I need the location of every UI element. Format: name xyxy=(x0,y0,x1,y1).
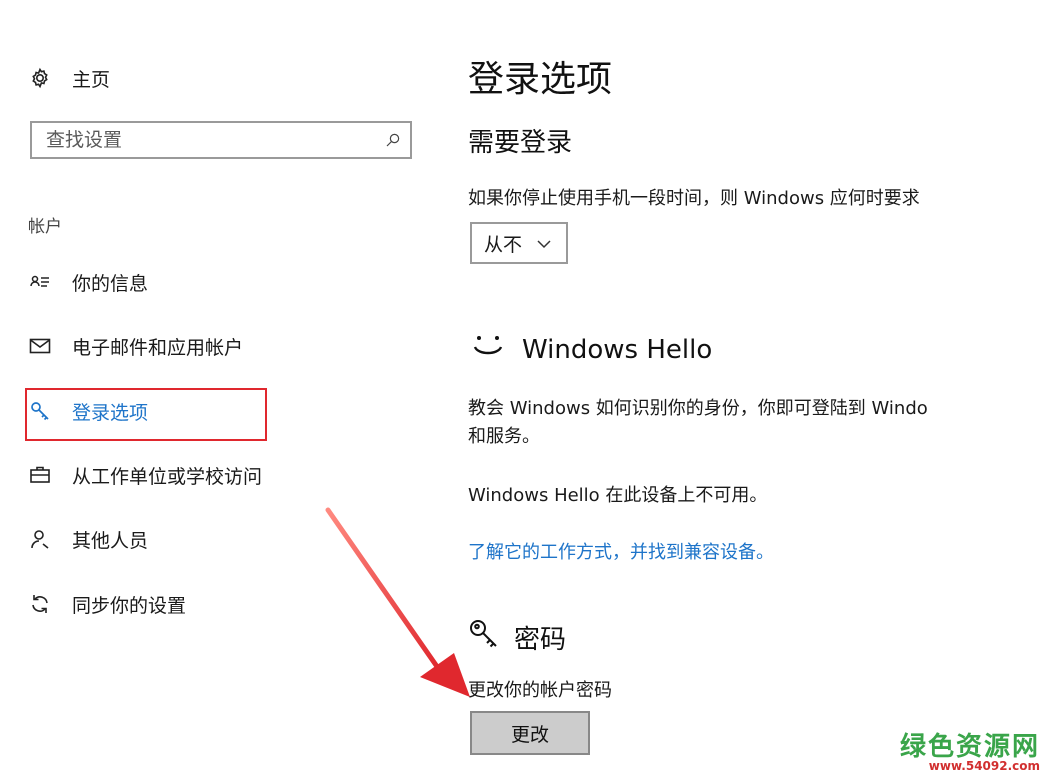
watermark-url: www.54092.com xyxy=(928,759,1041,773)
search-icon[interactable] xyxy=(376,123,410,157)
sidebar-item-label: 电子邮件和应用帐户 xyxy=(72,336,244,359)
password-description: 更改你的帐户密码 xyxy=(468,680,612,701)
watermark-logo: 绿色资源网 www.54092.com xyxy=(900,726,1040,773)
main-content: 登录选项 需要登录 如果你停止使用手机一段时间，则 Windows 应何时要求 … xyxy=(440,0,1048,764)
require-signin-description: 如果你停止使用手机一段时间，则 Windows 应何时要求 xyxy=(468,188,920,209)
sidebar-item-other-people[interactable]: 其他人员 xyxy=(28,522,148,556)
chevron-down-icon xyxy=(536,232,552,254)
briefcase-icon xyxy=(28,463,52,487)
page-title: 登录选项 xyxy=(468,59,613,100)
windows-hello-heading-text: Windows Hello xyxy=(522,334,713,365)
hello-unavailable-text: Windows Hello 在此设备上不可用。 xyxy=(468,485,768,506)
sidebar-item-sync-settings[interactable]: 同步你的设置 xyxy=(28,587,186,621)
key-icon xyxy=(468,618,500,657)
person-icon xyxy=(28,527,52,551)
select-value: 从不 xyxy=(484,233,523,256)
hello-description-line1: 教会 Windows 如何识别你的身份，你即可登陆到 Windo xyxy=(468,398,928,419)
sidebar-item-label: 从工作单位或学校访问 xyxy=(72,465,263,488)
home-label: 主页 xyxy=(72,68,111,91)
mail-icon xyxy=(28,334,52,358)
sidebar: 主页 帐户 你的信息 电子邮件和应用帐户 xyxy=(0,0,440,764)
red-highlight-box xyxy=(25,388,267,441)
contact-card-icon xyxy=(28,270,52,294)
sidebar-item-email-accounts[interactable]: 电子邮件和应用帐户 xyxy=(28,329,243,363)
hello-learn-more-link[interactable]: 了解它的工作方式，并找到兼容设备。 xyxy=(468,538,774,564)
smiley-icon xyxy=(468,330,508,369)
sidebar-item-label: 同步你的设置 xyxy=(72,594,187,617)
require-signin-select[interactable]: 从不 xyxy=(470,222,568,264)
section-label-accounts: 帐户 xyxy=(28,217,62,237)
watermark-text: 绿色资源网 xyxy=(900,732,1041,762)
home-nav-item[interactable]: 主页 xyxy=(28,62,110,94)
sidebar-item-label: 其他人员 xyxy=(72,529,149,552)
password-heading-text: 密码 xyxy=(514,625,567,655)
search-box xyxy=(30,121,412,159)
password-heading: 密码 xyxy=(468,618,566,657)
sync-icon xyxy=(28,592,52,616)
windows-hello-heading: Windows Hello xyxy=(468,330,712,369)
sidebar-item-your-info[interactable]: 你的信息 xyxy=(28,265,148,299)
change-password-button[interactable]: 更改 xyxy=(470,711,590,755)
require-signin-heading: 需要登录 xyxy=(468,128,573,158)
hello-description-line2: 和服务。 xyxy=(468,426,540,447)
gear-icon xyxy=(28,66,52,90)
search-input[interactable] xyxy=(32,123,376,157)
sidebar-item-work-school[interactable]: 从工作单位或学校访问 xyxy=(28,458,262,492)
sidebar-item-label: 你的信息 xyxy=(72,272,149,295)
